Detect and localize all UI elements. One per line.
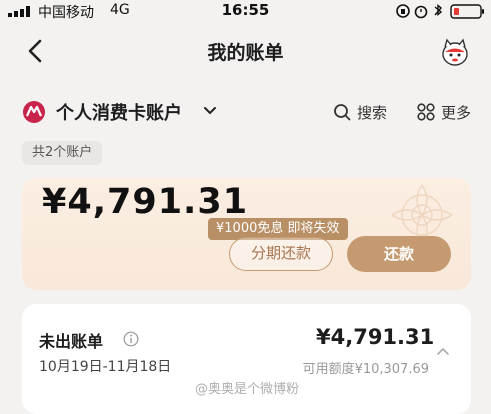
chevron-up-icon[interactable] [436,345,450,359]
search-label: 搜索 [357,103,388,122]
more-button[interactable]: 更多 [417,101,471,123]
alarm-icon [414,5,428,19]
info-icon[interactable] [123,331,139,347]
bill-title: 未出账单 [39,332,104,351]
more-label: 更多 [441,103,472,122]
available-limit: 可用额度¥10,307.69 [302,362,429,377]
watermark: @奥奥是个微博粉 [195,382,300,397]
search-button[interactable]: 搜索 [333,101,387,123]
page-title: 我的账单 [207,42,284,64]
balance-amount: ¥4,791.31 [42,182,249,222]
battery-icon [450,4,484,19]
installment-repay-button[interactable]: 分期还款 [229,237,333,271]
chevron-down-icon[interactable] [202,103,218,119]
bank-logo-icon [23,101,45,123]
status-icons [396,4,484,19]
status-bar: 中国移动 4G 16:55 [0,0,491,22]
lock-rotation-icon [396,4,410,18]
account-name[interactable]: 个人消费卡账户 [56,99,182,125]
grid-icon [417,103,435,121]
bill-period: 10月19日-11月18日 [39,359,172,375]
repay-button[interactable]: 还款 [347,236,451,272]
bluetooth-icon [434,4,443,16]
bill-amount: ¥4,791.31 [316,325,435,349]
account-count-badge[interactable]: 共2个账户 [22,141,103,165]
mascot-icon[interactable] [438,36,472,68]
search-icon [334,104,351,121]
